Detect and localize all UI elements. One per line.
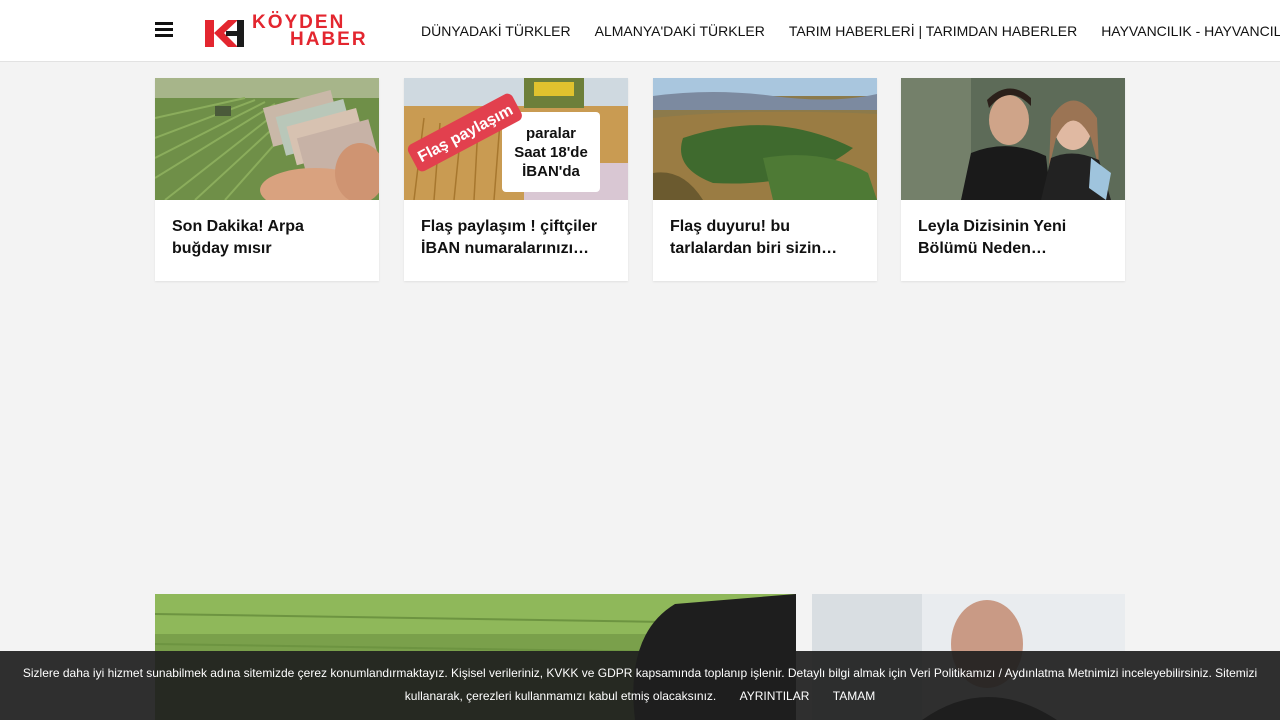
news-card-image [901,78,1125,200]
news-card[interactable]: Flaş paylaşım paralar Saat 18'de İBAN'da… [404,78,628,281]
nav-link-hayvancilik[interactable]: HAYVANCILIK - HAYVANCILIK HABERLERİ [1101,23,1280,39]
news-card-image: Flaş paylaşım paralar Saat 18'de İBAN'da [404,78,628,200]
news-card-row: Son Dakika! Arpa buğday mısır üreticiler… [155,78,1125,281]
svg-text:İBAN'da: İBAN'da [522,163,580,180]
site-logo[interactable]: KÖYDEN HABER [204,13,384,50]
svg-text:Saat 18'de: Saat 18'de [514,144,588,161]
nav-link-almanyadaki-turkler[interactable]: ALMANYA'DAKİ TÜRKLER [595,23,765,39]
news-card[interactable]: Son Dakika! Arpa buğday mısır üreticiler… [155,78,379,281]
svg-text:paralar: paralar [526,125,576,142]
logo-text-bottom: HABER [290,29,368,50]
cookie-details-button[interactable]: AYRINTILAR [740,685,810,708]
news-card-title: Flaş duyuru! bu tarlalardan biri sizin… [670,218,838,257]
news-card[interactable]: Flaş duyuru! bu tarlalardan biri sizin… [653,78,877,281]
main-nav: DÜNYADAKİ TÜRKLER ALMANYA'DAKİ TÜRKLER T… [421,0,1280,61]
news-card-title: Flaş paylaşım ! çiftçiler İBAN numaralar… [421,218,598,257]
news-card-title: Son Dakika! Arpa buğday mısır üreticiler… [172,218,304,257]
cookie-banner: Sizlere daha iyi hizmet sunabilmek adına… [0,651,1280,720]
news-card-image [653,78,877,200]
logo-text: KÖYDEN HABER [248,13,368,50]
nav-link-tarim-haberleri[interactable]: TARIM HABERLERİ | TARIMDAN HABERLER [789,23,1077,39]
news-card-image [155,78,379,200]
news-card[interactable]: Leyla Dizisinin Yeni Bölümü Neden… [901,78,1125,281]
menu-icon[interactable] [155,22,173,38]
logo-mark-icon [205,20,244,47]
nav-link-dunyadaki-turkler[interactable]: DÜNYADAKİ TÜRKLER [421,23,571,39]
site-header: KÖYDEN HABER DÜNYADAKİ TÜRKLER ALMANYA'D… [0,0,1280,62]
cookie-accept-button[interactable]: TAMAM [833,685,875,708]
cookie-text: Sizlere daha iyi hizmet sunabilmek adına… [22,666,1258,703]
news-card-title: Leyla Dizisinin Yeni Bölümü Neden… [918,218,1067,257]
